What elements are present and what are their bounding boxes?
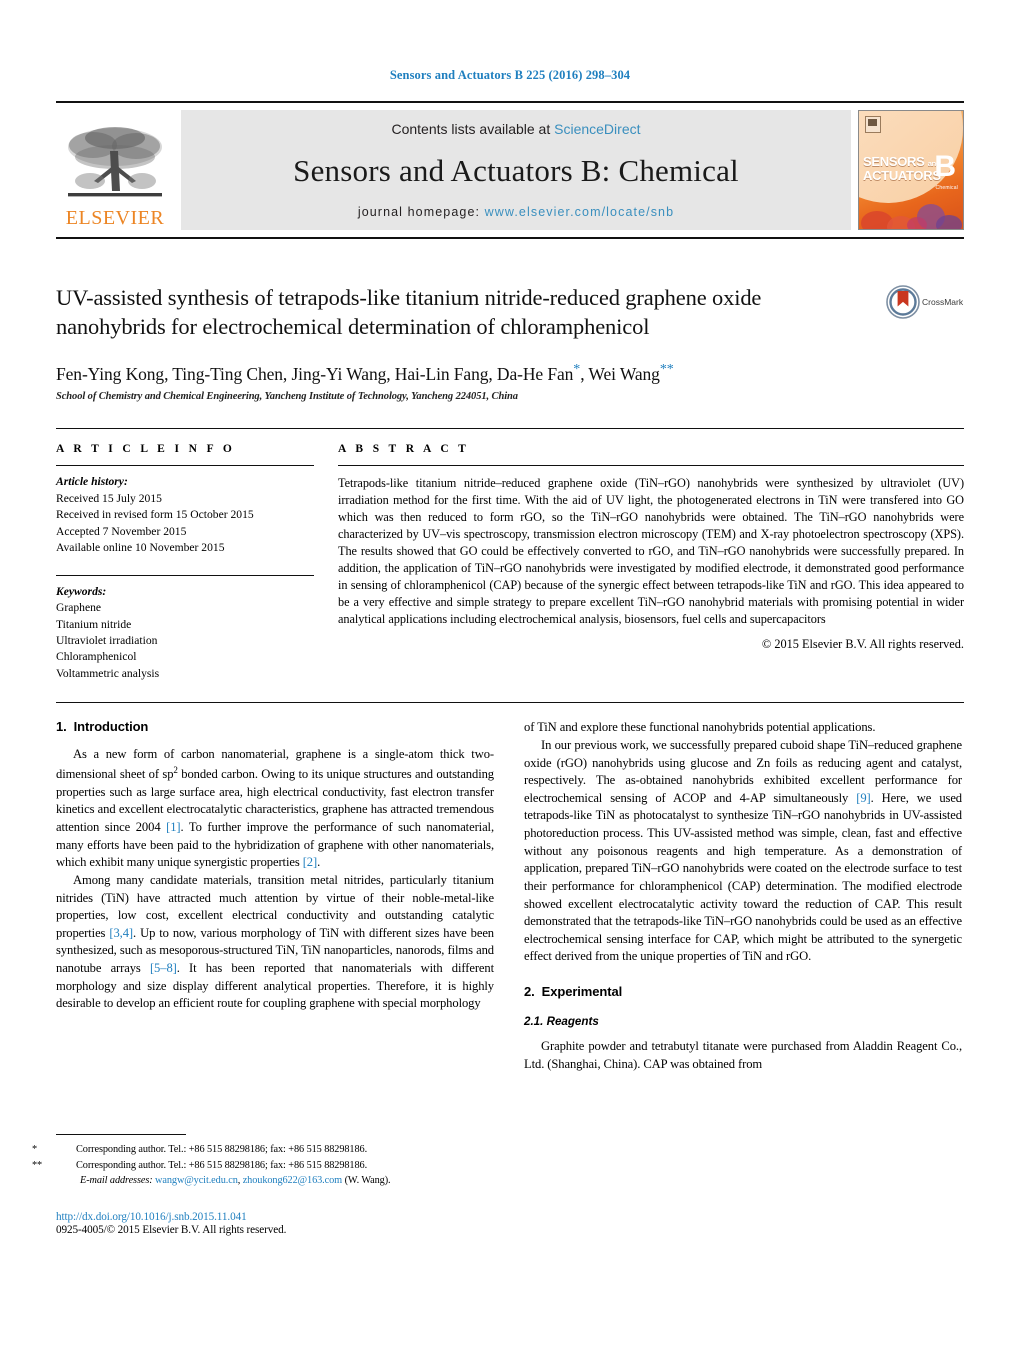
paragraph: In our previous work, we successfully pr… [524, 737, 962, 966]
subsection-title: Reagents [546, 1015, 599, 1029]
subsection-number: 2.1. [524, 1015, 544, 1029]
section-heading-experimental: 2. Experimental [524, 984, 962, 999]
authors-names: Fen-Ying Kong, Ting-Ting Chen, Jing-Yi W… [56, 363, 574, 384]
article-info-heading: A R T I C L E I N F O [56, 443, 236, 456]
running-head: Sensors and Actuators B 225 (2016) 298–3… [389, 68, 631, 82]
history-item: Received 15 July 2015 [56, 491, 162, 505]
crossmark-label: CrossMark [922, 297, 964, 307]
doi-link[interactable]: http://dx.doi.org/10.1016/j.snb.2015.11.… [56, 1211, 494, 1223]
contents-line: Contents lists available at ScienceDirec… [391, 121, 640, 137]
journal-masthead: ELSEVIER Contents lists available at Sci… [56, 101, 964, 239]
article-info-rule [56, 465, 314, 467]
cover-letter-sub: Chemical [935, 185, 958, 191]
section-title: Experimental [541, 984, 623, 1000]
section-title: Introduction [73, 719, 149, 735]
doi-block: http://dx.doi.org/10.1016/j.snb.2015.11.… [56, 1211, 494, 1236]
paragraph: Among many candidate materials, transiti… [56, 872, 494, 1013]
citation-link[interactable]: [1] [166, 820, 180, 834]
journal-cover-thumbnail: SENSORS and ACTUATORS B Chemical [858, 110, 964, 230]
history-item: Accepted 7 November 2015 [56, 524, 187, 538]
abstract-rule [338, 465, 964, 467]
keyword-item: Graphene [56, 601, 102, 615]
keyword-item: Chloramphenicol [56, 650, 137, 664]
history-item: Received in revised form 15 October 2015 [56, 508, 254, 522]
section-number: 1. [56, 719, 67, 735]
footnote-emails: E-mail addresses: wangw@ycit.edu.cn, zho… [56, 1173, 494, 1189]
elsevier-logo: ELSEVIER [56, 110, 174, 230]
elsevier-wordmark: ELSEVIER [65, 207, 165, 229]
article-info-column: A R T I C L E I N F O Article history: R… [56, 429, 314, 682]
citation-link[interactable]: [9] [856, 791, 870, 805]
paragraph: As a new form of carbon nanomaterial, gr… [56, 746, 494, 872]
contents-prefix: Contents lists available at [391, 121, 555, 137]
abstract-text: Tetrapods-like titanium nitride–reduced … [338, 476, 964, 627]
footnote-marker: ** [32, 1159, 43, 1171]
footnote-marker: * [32, 1144, 38, 1155]
abstract-copyright: © 2015 Elsevier B.V. All rights reserved… [761, 637, 964, 652]
citation-link[interactable]: [3,4] [109, 926, 133, 940]
title-main: UV-assisted synthesis of tetrapods-like … [56, 283, 886, 342]
homepage-prefix: journal homepage: [357, 205, 485, 219]
page-title: UV-assisted synthesis of tetrapods-like … [56, 285, 762, 340]
article-page: Sensors and Actuators B 225 (2016) 298–3… [0, 0, 1020, 1351]
sciencedirect-link[interactable]: ScienceDirect [554, 121, 640, 137]
journal-homepage-line: journal homepage: www.elsevier.com/locat… [358, 205, 674, 219]
left-column: 1. Introduction As a new form of carbon n… [56, 719, 494, 1073]
footnote-text: Corresponding author. Tel.: +86 515 8829… [76, 1159, 368, 1171]
keywords-block: Keywords: Graphene Titanium nitride Ultr… [56, 574, 314, 683]
email-link-2[interactable]: zhoukong622@163.com [243, 1175, 342, 1186]
journal-homepage-link[interactable]: www.elsevier.com/locate/snb [485, 205, 675, 219]
right-column: of TiN and explore these functional nano… [524, 719, 962, 1073]
journal-title: Sensors and Actuators B: Chemical [293, 153, 739, 188]
body-columns: 1. Introduction As a new form of carbon n… [56, 719, 964, 1073]
section-number: 2. [524, 984, 535, 1000]
elsevier-tree-icon [68, 127, 162, 197]
cover-elsevier-mark-icon [865, 116, 881, 133]
subsection-heading-reagents: 2.1. Reagents [524, 1015, 962, 1028]
footnote-rule [56, 1134, 186, 1135]
section-heading-introduction: 1. Introduction [56, 719, 494, 734]
abstract-heading: A B S T R A C T [338, 443, 470, 456]
keywords-label: Keywords: [56, 584, 107, 598]
footnote-corresponding-2: ** Corresponding author. Tel.: +86 515 88… [32, 1158, 494, 1174]
abstract-column: A B S T R A C T Tetrapods-like titanium … [338, 429, 964, 682]
info-abstract-block: A R T I C L E I N F O Article history: R… [56, 428, 964, 682]
article-history: Article history: Received 15 July 2015 R… [56, 474, 314, 556]
keywords-rule [56, 574, 314, 576]
keyword-item: Voltammetric analysis [56, 666, 160, 680]
paragraph: Graphite powder and tetrabutyl titanate … [524, 1039, 962, 1071]
crossmark-badge[interactable]: CrossMark [886, 285, 964, 319]
journal-band: Contents lists available at ScienceDirec… [181, 110, 851, 230]
keyword-item: Ultraviolet irradiation [56, 633, 158, 647]
history-item: Available online 10 November 2015 [56, 541, 225, 555]
author-list: Fen-Ying Kong, Ting-Ting Chen, Jing-Yi W… [56, 362, 964, 385]
citation-link[interactable]: [5–8] [150, 961, 177, 975]
title-block: UV-assisted synthesis of tetrapods-like … [56, 283, 964, 342]
email-link-1[interactable]: wangw@ycit.edu.cn [155, 1175, 238, 1186]
para-text: . Here, we used tetrapods-like TiN as ph… [524, 790, 962, 964]
affiliation: School of Chemistry and Chemical Enginee… [56, 391, 518, 403]
paragraph: of TiN and explore these functional nano… [524, 720, 876, 735]
cover-line1: SENSORS [863, 154, 925, 169]
footnote-text: Corresponding author. Tel.: +86 515 8829… [76, 1144, 368, 1155]
author-footnote-marker-2[interactable]: ** [660, 362, 674, 377]
email-label: E-mail addresses: [80, 1175, 153, 1187]
article-history-label: Article history: [56, 475, 128, 489]
issn-copyright: 0925-4005/© 2015 Elsevier B.V. All right… [56, 1223, 287, 1236]
footnote-corresponding-1: * Corresponding author. Tel.: +86 515 882… [32, 1142, 494, 1158]
cover-letter-b: B [934, 150, 956, 183]
body-divider [56, 702, 964, 704]
citation-link[interactable]: [2] [303, 855, 317, 869]
para-text: . [317, 855, 321, 870]
email-tail: (W. Wang). [342, 1175, 391, 1187]
keyword-item: Titanium nitride [56, 617, 132, 631]
authors-names-tail: , Wei Wang [580, 363, 660, 384]
footnotes-block: * Corresponding author. Tel.: +86 515 882… [32, 1134, 494, 1236]
crossmark-icon [886, 285, 920, 319]
